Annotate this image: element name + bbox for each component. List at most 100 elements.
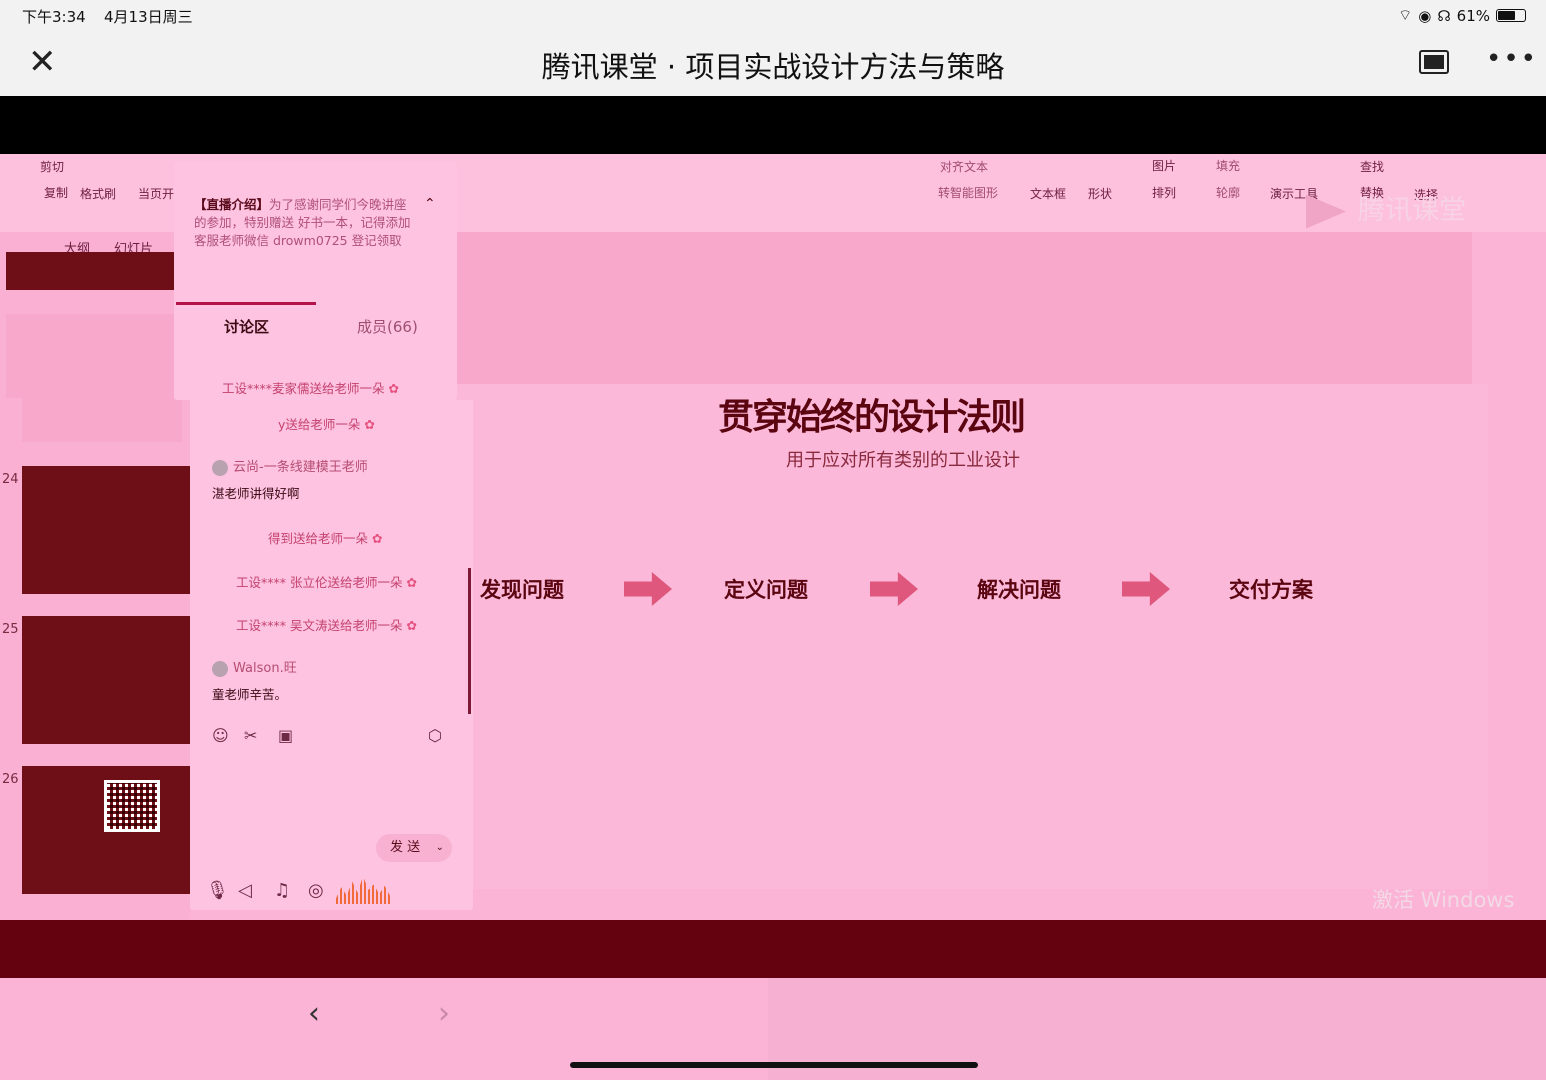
watermark: 腾讯课堂 [1306,188,1466,229]
music-icon[interactable]: ♫ [274,880,290,901]
scissors-icon[interactable]: ✂ [244,726,257,745]
chat-user-name: Walson.旺 [233,661,297,676]
chevron-up-icon[interactable]: ⌃ [424,196,436,212]
gift-message-text: 工设**** 吴文涛送给老师一朵 [236,618,403,633]
gift-message: 工设**** 张立伦送给老师一朵 ✿ [236,572,417,591]
slide-thumbnail[interactable] [6,314,174,398]
chat-tabs: 讨论区 成员(66) [174,302,457,344]
step-solve: 解决问题 [977,578,1061,602]
qr-code-icon [104,780,160,832]
chat-message-text: 童老师辛苦。 [212,687,288,702]
flower-icon: ✿ [372,531,383,546]
gift-message-text: 工设****麦家儒送给老师一朵 [222,381,385,396]
ribbon-cut: 剪切 [40,160,65,174]
audio-level-icon [336,876,390,904]
slide-title: 贯穿始终的设计法则 [718,397,1026,438]
gift-message: 工设****麦家儒送给老师一朵 ✿ [222,378,399,397]
tab-members[interactable]: 成员(66) [357,316,418,337]
status-time: 下午3:34 [22,8,86,26]
chevron-down-icon[interactable]: ⌄ [436,834,444,862]
gift-message: y送给老师一朵 ✿ [278,414,375,433]
chat-panel-header: 【直播介绍】为了感谢同学们今晚讲座的参加，特别赠送 好书一本，记得添加客服老师微… [174,162,457,400]
camera-icon[interactable]: ◎ [308,880,324,901]
ribbon-find: 查找 [1360,160,1385,174]
nav-bar: ✕ 腾讯课堂 · 项目实战设计方法与策略 ••• [0,32,1546,96]
flower-icon: ✿ [406,618,417,633]
step-deliver: 交付方案 [1229,578,1313,602]
active-tab-indicator [176,302,316,305]
live-intro-label: 【直播介绍】 [194,197,270,212]
gift-message-text: 工设**** 张立伦送给老师一朵 [236,575,403,590]
step-define: 定义问题 [724,578,808,602]
send-button-label: 发 送 [390,840,421,855]
home-indicator[interactable] [570,1062,978,1068]
more-icon[interactable]: ••• [1486,44,1538,74]
video-letterbox-top [0,96,1546,154]
headphones-icon: ☊ [1437,6,1451,25]
live-intro: 【直播介绍】为了感谢同学们今晚讲座的参加，特别赠送 好书一本，记得添加客服老师微… [194,196,416,250]
ribbon-arrange: 排列 [1152,186,1177,200]
gift-message: 得到送给老师一朵 ✿ [268,528,382,547]
ribbon-outline: 轮廓 [1216,186,1241,200]
chevron-right-icon[interactable]: › [438,996,450,1031]
video-letterbox-bottom [0,920,1546,978]
slide-subtitle: 用于应对所有类别的工业设计 [786,450,1020,471]
page-title: 腾讯课堂 · 项目实战设计方法与策略 [541,50,1005,84]
chat-message-list[interactable]: y送给老师一朵 ✿ 云尚-一条线建模王老师 湛老师讲得好啊 得到送给老师一朵 ✿… [190,400,473,910]
tab-discussion[interactable]: 讨论区 [224,316,269,337]
chat-user: 云尚-一条线建模王老师 [212,456,368,476]
slide-thumbnail-25[interactable] [22,616,190,744]
microphone-icon[interactable]: 🎙 [206,880,229,901]
slide-header-band [456,232,1472,384]
slide-thumbnail[interactable] [22,398,182,442]
watermark-text: 腾讯课堂 [1358,195,1466,226]
chat-user: Walson.旺 [212,657,297,677]
flower-icon: ✿ [364,417,375,432]
status-icons: ⌔ ◉ ☊ 61% [1398,6,1526,25]
slide-number: 24 [2,472,19,487]
ribbon-text-box: 文本框 [1030,187,1067,201]
ribbon-current-page: 当页开 [138,187,175,201]
page-navigation: ‹ › [0,978,1546,1080]
ribbon-shape: 形状 [1088,187,1113,201]
chat-scrollbar[interactable] [468,568,471,714]
status-date: 4月13日周三 [104,8,193,26]
windows-activation-notice: 激活 Windows [1372,888,1515,912]
ribbon-align-text: 对齐文本 [940,160,989,174]
chevron-left-icon[interactable]: ‹ [308,996,320,1031]
slide-thumbnail-26[interactable] [22,766,190,894]
slide-thumbnail[interactable] [6,252,174,290]
tencent-classroom-logo-icon [1306,194,1346,229]
slide-number: 25 [2,622,19,637]
ribbon-fill: 填充 [1216,159,1241,173]
gift-message-text: 得到送给老师一朵 [268,531,369,546]
avatar [212,660,228,677]
step-discover: 发现问题 [480,578,564,602]
gift-message: 工设**** 吴文涛送给老师一朵 ✿ [236,615,417,634]
flower-icon: ✿ [388,381,399,396]
emoji-icon[interactable]: ☺ [212,726,229,745]
chat-user-name: 云尚-一条线建模王老师 [233,460,368,475]
video-player[interactable]: 剪切 复制 格式刷 当页开 对齐文本 转智能图形 文本框 形状 排列 图片 填充… [0,154,1546,920]
chat-message-text: 湛老师讲得好啊 [212,486,300,501]
status-bar: 下午3:34 4月13日周三 ⌔ ◉ ☊ 61% [0,0,1546,32]
ribbon-copy: 复制 [44,186,69,200]
battery-icon [1496,9,1526,22]
ribbon-format-painter: 格式刷 [80,187,117,201]
image-icon[interactable]: ▣ [278,726,293,745]
settings-icon[interactable]: ⬡ [428,726,442,745]
slide-thumbnail-pane: 大纲 幻灯片 24 25 26 [0,232,190,920]
ribbon-picture: 图片 [1152,159,1177,173]
send-button[interactable]: 发 送 ⌄ [376,834,452,862]
wifi-icon: ⌔ [1398,6,1413,24]
lock-rotation-icon: ◉ [1418,6,1432,25]
ribbon-smart-shape: 转智能图形 [938,186,999,200]
gift-message-text: y送给老师一朵 [278,417,361,432]
slide-thumbnail-24[interactable] [22,466,190,594]
flower-icon: ✿ [406,575,417,590]
avatar [212,459,228,476]
screen-mode-icon[interactable] [1419,50,1449,74]
battery-percent: 61% [1456,6,1490,25]
slide-number: 26 [2,772,19,787]
speaker-icon[interactable]: ◁ [238,880,252,901]
